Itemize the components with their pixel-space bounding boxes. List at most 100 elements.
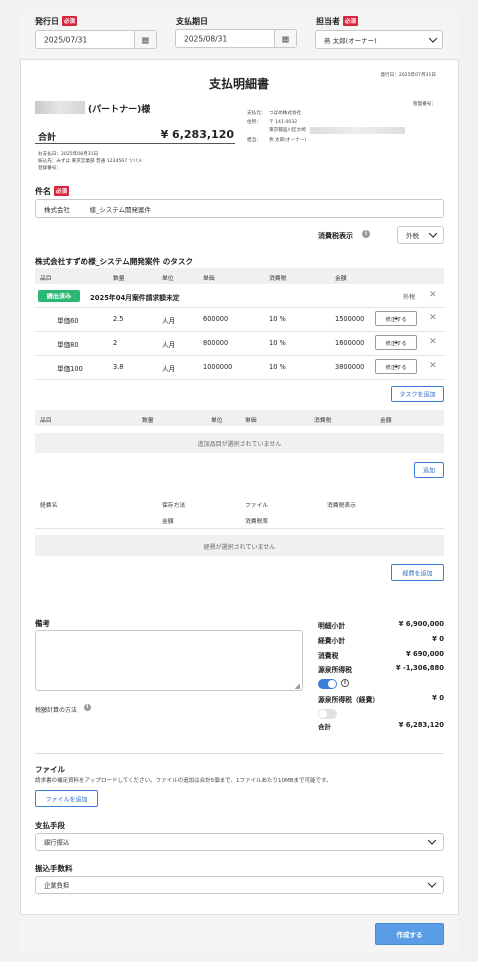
add-expense-button[interactable]: 経費を追加 [391, 564, 444, 581]
calendar-button[interactable]: ▦ [134, 31, 156, 48]
resize-handle-icon[interactable]: ◢ [295, 682, 300, 690]
delete-icon[interactable]: ✕ [429, 361, 437, 371]
notes-textarea[interactable]: ◢ [35, 630, 303, 691]
summary-value: ¥ 6,900,000 [398, 620, 444, 628]
withholding-toggle[interactable] [318, 679, 337, 689]
delete-icon[interactable]: ✕ [429, 337, 437, 347]
transfer-fee-select[interactable]: 企業負担 [35, 876, 444, 894]
expenses-empty-message: 経費が選択されていません [203, 544, 276, 551]
row-item: 単価60 [57, 317, 79, 325]
summary-label: 源泉所得税 [318, 666, 352, 674]
task-table-header [35, 268, 444, 284]
summary-total-value: ¥ 6,283,120 [398, 721, 444, 729]
person-name: 燕 太郎(オーナー) [269, 138, 307, 143]
row-price: 1000000 [203, 363, 233, 371]
row-divider [35, 528, 444, 529]
calendar-icon: ▦ [141, 35, 150, 44]
calendar-button[interactable]: ▦ [274, 30, 296, 47]
add-file-button[interactable]: ファイルを追加 [35, 790, 98, 807]
summary-value: ¥ -1,306,880 [395, 664, 444, 672]
redacted-name [35, 101, 85, 114]
subject-input[interactable]: 株式会社 様_システム開発案件 [35, 199, 444, 218]
payer-label: 支払元： [247, 111, 266, 116]
payer-name: つばめ株式会社 [269, 111, 302, 116]
management-number: 管理番号： [413, 102, 436, 107]
row-qty: 3.8 [113, 363, 124, 371]
chevron-down-icon [427, 879, 437, 888]
info-icon[interactable]: i [84, 704, 91, 711]
submit-button[interactable]: 作成する [375, 923, 444, 945]
chevron-down-icon [428, 33, 438, 43]
status-badge: 請出済み [38, 290, 80, 302]
info-icon[interactable]: i [362, 230, 370, 238]
person-label: 担当： [247, 138, 261, 143]
total-label: 合計 [38, 133, 57, 143]
required-badge: 必須 [54, 186, 70, 196]
col-unit: 単位 [162, 276, 174, 282]
summary-label: 消費税 [318, 652, 339, 660]
row-divider [35, 307, 444, 308]
address: 東京都品川区大崎 [269, 128, 306, 133]
col-tax: 消費税 [314, 418, 332, 424]
col-unit: 単位 [211, 418, 223, 424]
bank-info: 振込先：みずほ 東京営業部 普通 1234567 ツバメ [38, 159, 143, 164]
col-price: 単価 [203, 276, 215, 282]
withholding-expense-toggle[interactable] [318, 709, 337, 719]
row-tax: 10 % [269, 363, 286, 371]
row-tax: 10 % [269, 339, 286, 347]
tax-display-select[interactable]: 外税 [397, 226, 444, 244]
task-group-tax: 外税 [403, 294, 416, 301]
required-badge: 必須 [62, 16, 78, 26]
col-amount: 金額 [162, 519, 174, 525]
postal-code: 〒 141-0032 [269, 120, 298, 125]
col-expense-name: 経費名 [40, 503, 58, 509]
issue-date-input[interactable]: 2025/07/31 ▦ [35, 30, 157, 49]
files-label: ファイル [35, 765, 65, 774]
delete-icon[interactable]: ✕ [429, 290, 437, 300]
info-icon[interactable]: i [341, 679, 349, 687]
row-amount: 1600000 [335, 339, 365, 347]
payment-method-select[interactable]: 銀行振込 [35, 833, 444, 851]
total-underline [35, 143, 235, 144]
edit-button[interactable]: 🔒︎ 修正する [375, 359, 417, 374]
col-qty: 数量 [142, 418, 154, 424]
add-task-button[interactable]: タスクを追加 [391, 386, 444, 402]
edit-button[interactable]: 🔒︎ 修正する [375, 311, 417, 326]
task-section-title: 株式会社すずめ様_システム開発案件 のタスク [35, 257, 194, 266]
col-item: 品目 [40, 418, 52, 424]
subject-label: 件名 必須 [35, 186, 70, 196]
delete-icon[interactable]: ✕ [429, 313, 437, 323]
summary-label: 経費小計 [318, 637, 346, 645]
col-amount: 金額 [380, 418, 392, 424]
col-item: 品目 [40, 276, 52, 282]
notes-label: 備考 [35, 619, 50, 628]
row-unit: 人月 [162, 365, 176, 373]
row-tax: 10 % [269, 315, 286, 323]
total-value: ¥ 6,283,120 [160, 128, 234, 141]
col-file: ファイル [245, 503, 269, 509]
row-price: 600000 [203, 315, 229, 323]
row-amount: 3800000 [335, 363, 365, 371]
summary-value: ¥ 0 [432, 635, 444, 643]
edit-button[interactable]: 🔒︎ 修正する [375, 335, 417, 350]
files-description: 請求書の補足資料をアップロードしてください。ファイルの追加は合計5個まで、1ファ… [35, 778, 332, 784]
summary-value: ¥ 0 [432, 694, 444, 702]
summary-total-label: 合計 [318, 723, 331, 731]
registration-number: 登録番号： [38, 166, 61, 171]
calendar-icon: ▦ [281, 34, 290, 43]
row-unit: 人月 [162, 317, 176, 325]
row-unit: 人月 [162, 341, 176, 349]
section-divider [35, 753, 444, 754]
redacted-address [310, 127, 405, 134]
row-qty: 2 [113, 339, 118, 347]
issue-date-label: 発行日 必須 [35, 16, 78, 26]
row-item: 単価80 [57, 341, 79, 349]
pay-date-info: お支払日：2025年08月31日 [38, 152, 99, 157]
row-amount: 1500000 [335, 315, 365, 323]
col-storage: 保存方法 [162, 503, 186, 509]
assignee-select[interactable]: 燕 太郎(オーナー) [315, 30, 443, 49]
add-item-button[interactable]: 追加 [414, 462, 444, 478]
due-date-input[interactable]: 2025/08/31 ▦ [175, 29, 297, 48]
tax-display-label: 消費税表示 [318, 232, 353, 240]
assignee-label: 担当者 必須 [316, 16, 359, 26]
